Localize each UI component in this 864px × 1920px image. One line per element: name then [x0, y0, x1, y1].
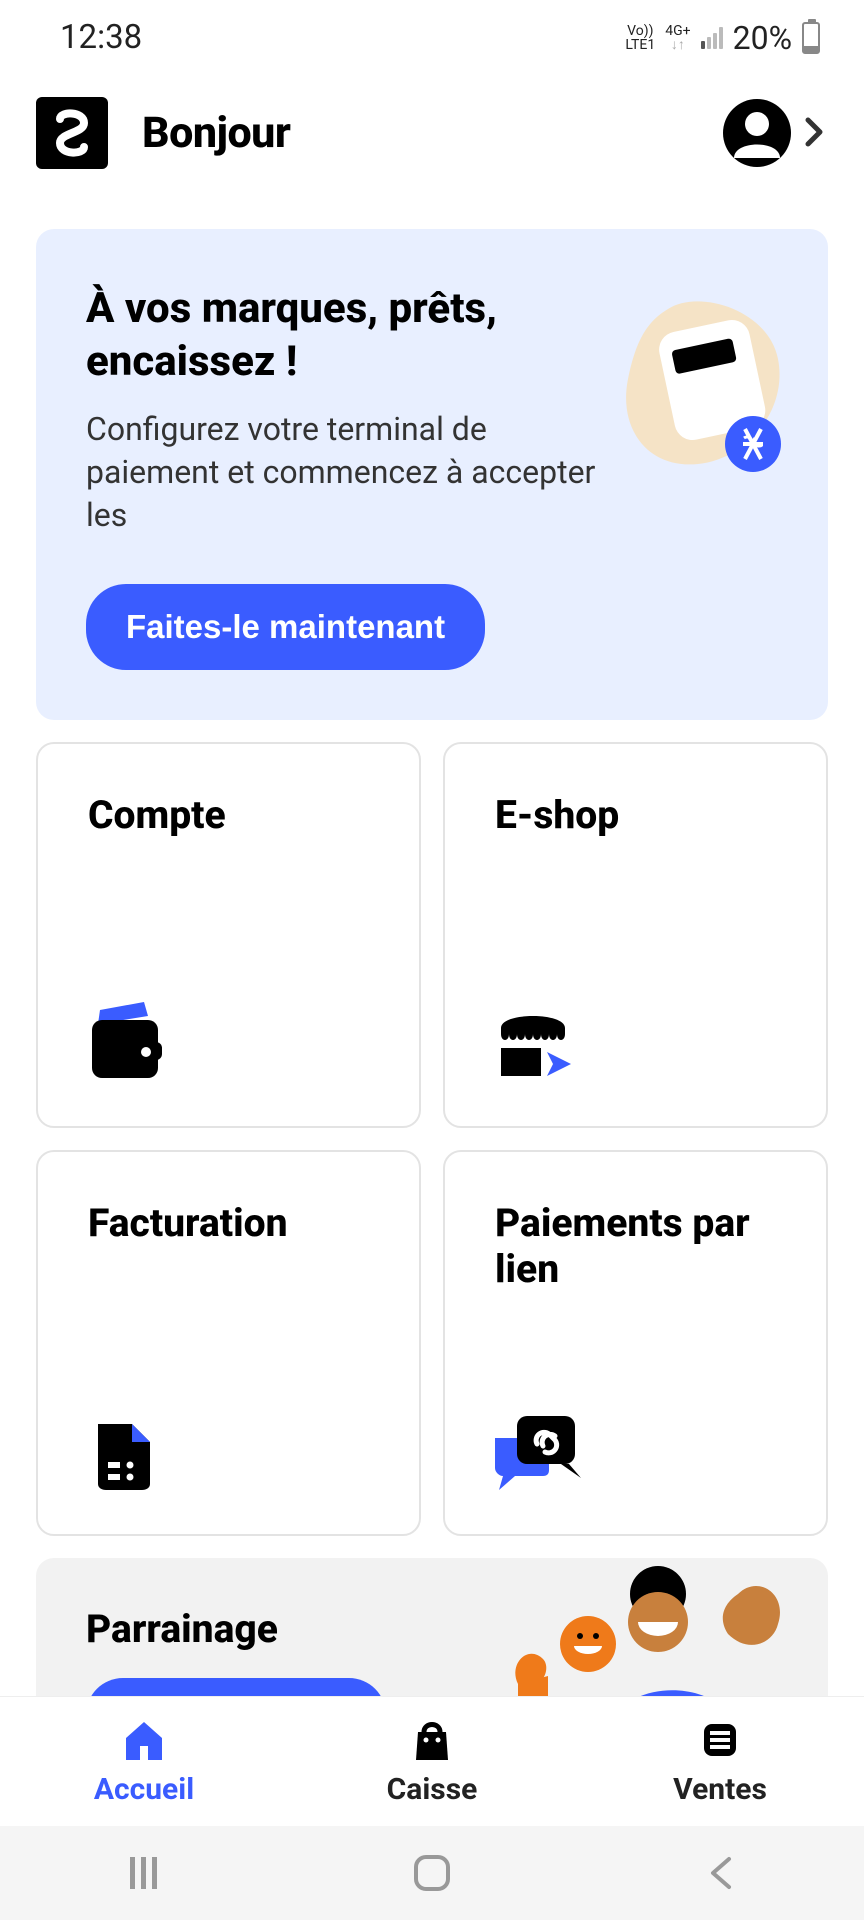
promo-subtitle: Configurez votre terminal de paiement et…	[86, 408, 606, 538]
battery-percent: 20%	[733, 19, 792, 57]
profile-avatar-icon	[722, 98, 792, 168]
promo-cta-button[interactable]: Faites-le maintenant	[86, 584, 485, 670]
nav-sales[interactable]: Ventes	[576, 1697, 864, 1826]
status-right: Vo)) LTE1 4G+ ↓↑ 20%	[625, 19, 820, 57]
invoice-icon	[88, 1410, 168, 1490]
chevron-right-icon	[804, 107, 824, 159]
greeting-text: Bonjour	[142, 108, 290, 158]
link-chat-icon	[495, 1410, 575, 1490]
wallet-icon	[88, 1002, 168, 1082]
bag-icon	[408, 1716, 456, 1764]
nav-sales-label: Ventes	[673, 1772, 767, 1807]
recents-button[interactable]	[116, 1845, 172, 1901]
nav-home-label: Accueil	[94, 1772, 194, 1807]
tile-invoicing-title: Facturation	[88, 1200, 369, 1247]
app-header: Bonjour	[0, 67, 864, 187]
tile-eshop-title: E-shop	[495, 792, 776, 839]
list-icon	[696, 1716, 744, 1764]
status-time: 12:38	[60, 18, 142, 57]
network-indicator: 4G+ ↓↑	[665, 24, 690, 52]
battery-icon	[802, 22, 820, 54]
bottom-nav: Accueil Caisse Ventes	[0, 1696, 864, 1826]
signal-icon	[701, 27, 723, 49]
promo-card: À vos marques, prêts, encaissez ! Config…	[36, 229, 828, 720]
shop-icon	[495, 1002, 575, 1082]
home-button[interactable]	[404, 1845, 460, 1901]
tile-eshop[interactable]: E-shop	[443, 742, 828, 1128]
back-button[interactable]	[692, 1845, 748, 1901]
nav-checkout-label: Caisse	[387, 1772, 478, 1807]
profile-button[interactable]	[722, 98, 824, 168]
tile-paylinks-title: Paiements par lien	[495, 1200, 776, 1294]
nav-home[interactable]: Accueil	[0, 1697, 288, 1826]
tile-account[interactable]: Compte	[36, 742, 421, 1128]
home-icon	[120, 1716, 168, 1764]
tile-account-title: Compte	[88, 792, 369, 839]
terminal-hand-icon	[608, 289, 798, 489]
system-nav-bar	[0, 1826, 864, 1920]
tile-invoicing[interactable]: Facturation	[36, 1150, 421, 1536]
status-bar: 12:38 Vo)) LTE1 4G+ ↓↑ 20%	[0, 0, 864, 67]
nav-checkout[interactable]: Caisse	[288, 1697, 576, 1826]
promo-title: À vos marques, prêts, encaissez !	[86, 283, 566, 388]
volte-indicator: Vo)) LTE1	[625, 24, 655, 52]
app-logo	[36, 97, 108, 169]
tile-payment-links[interactable]: Paiements par lien	[443, 1150, 828, 1536]
